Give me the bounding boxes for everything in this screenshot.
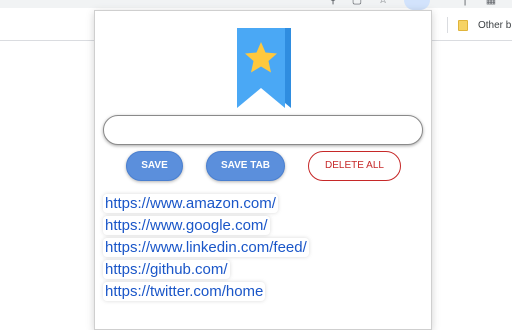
save-button[interactable]: SAVE — [126, 151, 183, 181]
url-input[interactable] — [103, 115, 423, 145]
saved-link[interactable]: https://www.amazon.com/ — [103, 194, 278, 213]
saved-links-list: https://www.amazon.com/ https://www.goog… — [103, 194, 423, 304]
menu-divider-icon: | — [463, 0, 467, 6]
delete-all-button[interactable]: DELETE ALL — [308, 151, 401, 181]
bookmarks-divider — [447, 17, 448, 33]
extension-popup: SAVE SAVE TAB DELETE ALL https://www.ama… — [94, 10, 432, 330]
list-item: https://www.amazon.com/ — [103, 194, 423, 216]
other-bookmarks-link[interactable]: Other b — [478, 20, 511, 31]
saved-link[interactable]: https://github.com/ — [103, 260, 230, 279]
window-icon[interactable]: ▦ — [484, 0, 498, 6]
extension-icon[interactable] — [404, 0, 430, 10]
list-item: https://twitter.com/home — [103, 282, 423, 304]
search-icon[interactable]: ⚲ — [326, 0, 340, 6]
folder-icon[interactable] — [458, 20, 468, 31]
saved-link[interactable]: https://twitter.com/home — [103, 282, 266, 301]
list-item: https://www.google.com/ — [103, 216, 423, 238]
list-item: https://www.linkedin.com/feed/ — [103, 238, 423, 260]
star-icon[interactable]: ☆ — [376, 0, 390, 6]
saved-link[interactable]: https://www.linkedin.com/feed/ — [103, 238, 309, 257]
bookmark-logo-icon — [237, 28, 291, 108]
share-icon[interactable]: ▢ — [350, 0, 364, 6]
toolbar-strip — [0, 0, 512, 8]
list-item: https://github.com/ — [103, 260, 423, 282]
save-tab-button[interactable]: SAVE TAB — [206, 151, 285, 181]
saved-link[interactable]: https://www.google.com/ — [103, 216, 270, 235]
